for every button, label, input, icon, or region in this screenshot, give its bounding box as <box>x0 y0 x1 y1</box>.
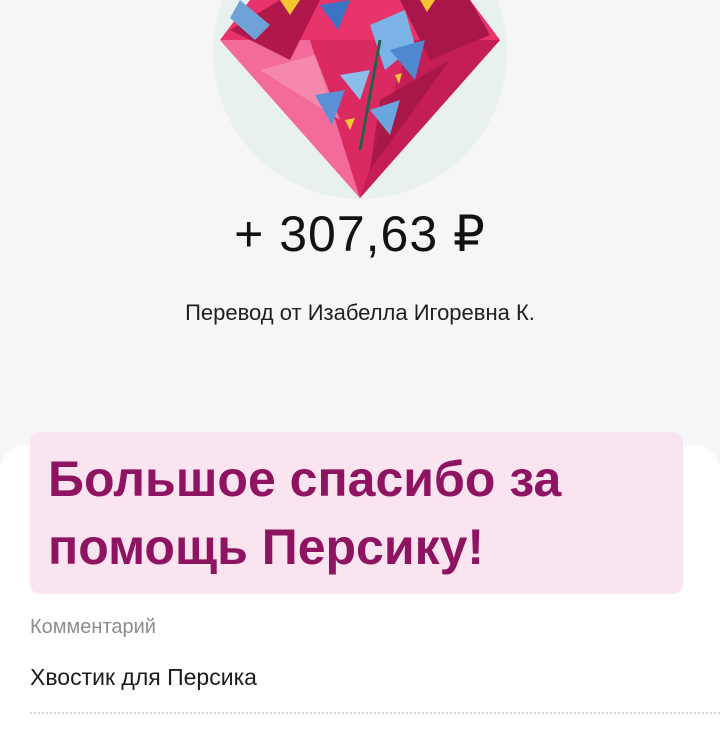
gift-diamond-icon <box>220 0 500 198</box>
comment-value[interactable]: Хвостик для Персика <box>30 664 257 691</box>
thanks-line-1: Большое спасибо за <box>48 451 562 507</box>
thanks-line-2: помощь Персику! <box>48 519 485 575</box>
thanks-message: Большое спасибо за помощь Персику! <box>48 445 688 581</box>
transfer-header: + 307,63 ₽ Перевод от Изабелла Игоревна … <box>0 0 720 460</box>
transfer-description: Перевод от Изабелла Игоревна К. <box>185 300 535 325</box>
transfer-amount: + 307,63 ₽ <box>234 206 486 262</box>
comment-label: Комментарий <box>30 616 156 638</box>
comment-divider <box>30 712 720 714</box>
